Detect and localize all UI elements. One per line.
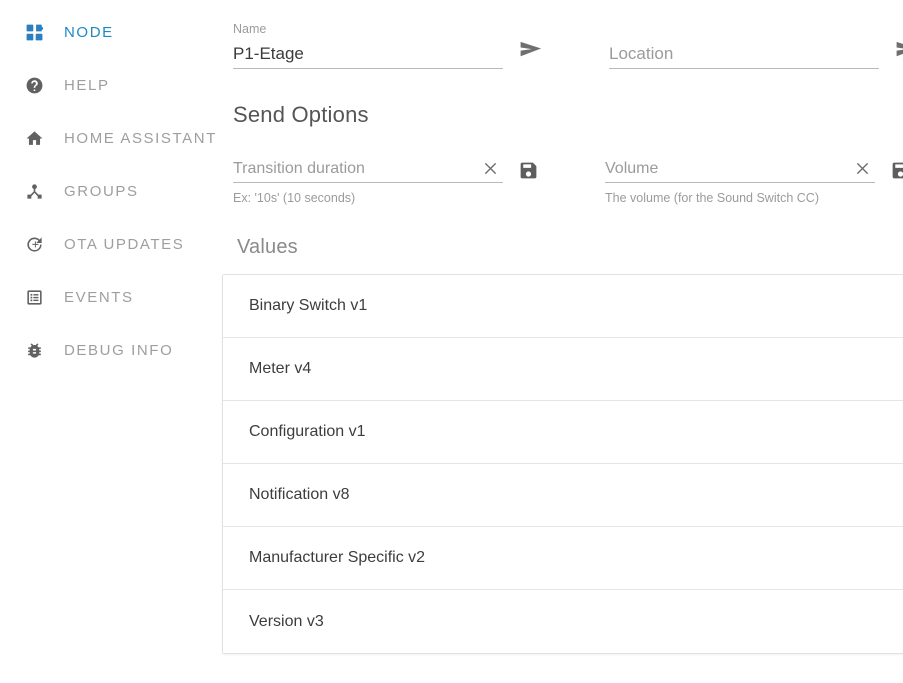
- clear-volume-button[interactable]: [849, 155, 875, 181]
- save-icon: [518, 160, 539, 181]
- value-row-label: Manufacturer Specific v2: [249, 549, 426, 566]
- value-row-label: Notification v8: [249, 486, 350, 503]
- clear-transition-duration-button[interactable]: [477, 155, 503, 181]
- volume-line: [605, 155, 875, 183]
- sidebar-item-label: GROUPS: [64, 182, 139, 200]
- close-icon: [853, 159, 872, 178]
- dashboard-icon: [22, 20, 46, 44]
- sidebar-item-label: HOME ASSISTANT: [64, 129, 217, 147]
- save-icon: [890, 160, 903, 181]
- help-circle-icon: [22, 73, 46, 97]
- sidebar-item-label: DEBUG INFO: [64, 341, 174, 359]
- node-panel: Name P1-Etage Location Send Options Tran…: [222, 0, 903, 683]
- list-item[interactable]: Version v3: [223, 590, 903, 653]
- sidebar-item-label: EVENTS: [64, 288, 134, 306]
- list-item[interactable]: Notification v8: [223, 464, 903, 527]
- name-field-label: Name: [233, 22, 267, 36]
- sidebar-item-help[interactable]: HELP: [0, 61, 222, 109]
- transition-duration-line: [233, 155, 503, 183]
- bug-icon: [22, 338, 46, 362]
- location-field-label: [609, 22, 879, 37]
- transition-duration-hint: Ex: '10s' (10 seconds): [233, 191, 356, 205]
- app-root: NODE HELP HOME ASSISTANT GROUPS OTA UPDA…: [0, 0, 903, 683]
- location-input[interactable]: [609, 44, 879, 68]
- sidebar-item-label: HELP: [64, 76, 110, 94]
- send-options-row: Ex: '10s' (10 seconds): [222, 155, 903, 210]
- list-item[interactable]: Manufacturer Specific v2: [223, 527, 903, 590]
- save-transition-duration-button[interactable]: [513, 155, 543, 185]
- location-input-line: [609, 40, 879, 69]
- value-row-label: Binary Switch v1: [249, 297, 368, 314]
- list-item[interactable]: Meter v4: [223, 338, 903, 401]
- node-identity-row: Name: [222, 0, 903, 69]
- values-list: Binary Switch v1 Meter v4 Configuration …: [222, 274, 903, 654]
- sidebar-item-node[interactable]: NODE: [0, 8, 222, 56]
- sidebar-item-home-assistant[interactable]: HOME ASSISTANT: [0, 114, 222, 162]
- send-icon: [517, 35, 544, 62]
- volume-hint: The volume (for the Sound Switch CC): [605, 191, 819, 205]
- sidebar-item-label: NODE: [64, 23, 114, 41]
- name-field-group: Name: [233, 22, 503, 69]
- home-icon: [22, 126, 46, 150]
- values-title: Values: [237, 236, 298, 258]
- value-row-label: Configuration v1: [249, 423, 366, 440]
- transition-duration-input[interactable]: [233, 160, 477, 182]
- sidebar-item-groups[interactable]: GROUPS: [0, 167, 222, 215]
- update-icon: [22, 232, 46, 256]
- sidebar: NODE HELP HOME ASSISTANT GROUPS OTA UPDA…: [0, 0, 222, 683]
- list-item[interactable]: Binary Switch v1: [223, 275, 903, 338]
- name-input-line: [233, 40, 503, 69]
- sidebar-item-ota-updates[interactable]: OTA UPDATES: [0, 220, 222, 268]
- device-hub-icon: [22, 179, 46, 203]
- close-icon: [481, 159, 500, 178]
- location-field-group: [609, 22, 879, 69]
- send-icon: [893, 35, 903, 62]
- value-row-label: Version v3: [249, 612, 324, 630]
- send-name-button[interactable]: [513, 31, 547, 65]
- list-item[interactable]: Configuration v1: [223, 401, 903, 464]
- volume-input[interactable]: [605, 160, 849, 182]
- volume-group: The volume (for the Sound Switch CC): [605, 155, 875, 210]
- transition-duration-group: Ex: '10s' (10 seconds): [233, 155, 503, 210]
- name-input[interactable]: [233, 44, 503, 68]
- list-alt-icon: [22, 285, 46, 309]
- save-volume-button[interactable]: [885, 155, 903, 185]
- send-location-button[interactable]: [889, 31, 903, 65]
- value-row-label: Meter v4: [249, 360, 312, 377]
- sidebar-item-label: OTA UPDATES: [64, 235, 185, 253]
- send-options-title: Send Options: [233, 102, 369, 127]
- sidebar-item-debug-info[interactable]: DEBUG INFO: [0, 326, 222, 374]
- sidebar-item-events[interactable]: EVENTS: [0, 273, 222, 321]
